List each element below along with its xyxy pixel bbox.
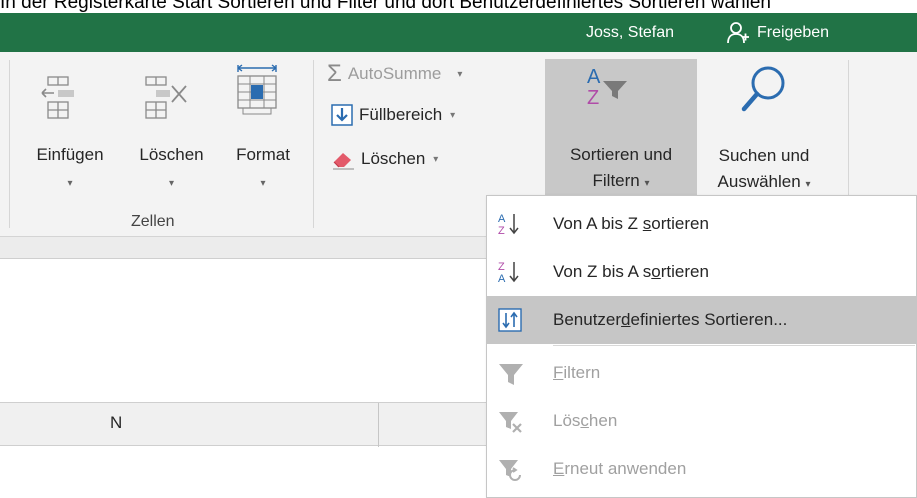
delete-cells-icon: [145, 76, 187, 119]
menu-item-label: Von A bis Z sortieren: [553, 214, 709, 233]
menu-item-label: Filtern: [553, 363, 601, 382]
chevron-down-icon: ▾: [67, 178, 73, 189]
chevron-down-icon: ▾: [450, 109, 456, 121]
column-header-n[interactable]: N: [110, 413, 122, 433]
share-label: Freigeben: [757, 24, 830, 41]
person-icon: [727, 21, 749, 43]
fill-down-icon: [331, 104, 353, 126]
delete-cells-button[interactable]: Löschen ▾: [124, 70, 219, 196]
share-button[interactable]: Freigeben: [712, 13, 882, 52]
menu-item-label: Erneut anwenden: [553, 459, 687, 478]
menu-item-reapply[interactable]: Erneut anwenden: [487, 445, 916, 493]
svg-text:A: A: [498, 213, 506, 225]
group-label-cells: Zellen: [131, 213, 175, 230]
find-select-label-line2: Auswählen ▾: [717, 172, 811, 191]
column-divider[interactable]: [378, 403, 379, 447]
sort-z-a-icon: ZA: [498, 260, 522, 285]
chevron-down-icon: ▾: [457, 68, 463, 80]
fill-button[interactable]: Füllbereich ▾: [331, 104, 455, 126]
svg-text:Z: Z: [498, 225, 505, 236]
menu-separator: [553, 345, 915, 346]
menu-item-label: Von Z bis A sortieren: [553, 262, 709, 281]
menu-item-filter[interactable]: Filtern: [487, 349, 916, 397]
chevron-down-icon: ▾: [805, 179, 811, 190]
chevron-down-icon: ▾: [168, 178, 175, 189]
filter-icon: [498, 361, 523, 385]
svg-text:A: A: [587, 66, 601, 88]
insert-cells-icon: [41, 76, 74, 119]
fill-label: Füllbereich: [359, 105, 443, 124]
autosum-button[interactable]: Σ AutoSumme ▾: [327, 62, 462, 86]
sort-filter-label-line1: Sortieren und: [569, 145, 673, 164]
svg-text:Z: Z: [498, 261, 505, 273]
insert-button[interactable]: Einfügen ▾: [20, 70, 120, 196]
custom-sort-icon: [498, 308, 522, 332]
eraser-icon: [333, 153, 354, 170]
autosum-label: AutoSumme: [347, 64, 442, 83]
svg-text:Z: Z: [587, 87, 599, 109]
menu-item-sort-z-a[interactable]: Z A Von Z bis A sortieren: [487, 248, 916, 296]
sort-filter-dropdown: A Z Von A bis Z sortieren Z A Von Z bis A sor…: [486, 195, 917, 498]
title-bar: Joss, Stefan Freigeben: [0, 13, 917, 52]
find-select-label-line1: Suchen und: [718, 146, 810, 165]
chevron-down-icon: ▾: [433, 153, 439, 165]
search-icon: [741, 66, 785, 112]
format-label: Format: [236, 145, 290, 164]
menu-item-label: Löschen: [553, 411, 618, 430]
chevron-down-icon: ▾: [644, 178, 650, 189]
menu-item-sort-a-z[interactable]: A Z Von A bis Z sortieren: [487, 200, 916, 248]
format-cells-icon: [237, 64, 277, 115]
chevron-down-icon: ▾: [260, 178, 266, 189]
menu-item-clear-filter[interactable]: Löschen: [487, 397, 916, 445]
caption-text: In der Registerkarte Start Sortieren und…: [0, 0, 771, 13]
group-separator: [9, 60, 10, 228]
menu-item-custom-sort[interactable]: Benutzerdefiniertes Sortieren...: [487, 296, 916, 344]
svg-text:A: A: [498, 273, 506, 284]
sort-a-z-icon: AZ: [498, 212, 522, 237]
delete-cells-label: Löschen: [139, 145, 204, 164]
sigma-icon: Σ: [327, 60, 342, 87]
clear-button[interactable]: Löschen ▾: [331, 148, 438, 170]
sort-filter-icon: A Z: [587, 66, 627, 109]
clear-filter-icon: [498, 409, 522, 433]
sort-filter-label-line2: Filtern ▾: [592, 171, 650, 190]
insert-label: Einfügen: [36, 145, 104, 164]
group-separator: [313, 60, 314, 228]
format-button[interactable]: Format ▾: [222, 64, 304, 196]
find-select-button[interactable]: Suchen und Auswählen ▾: [698, 59, 830, 202]
reapply-filter-icon: [498, 457, 522, 481]
menu-item-label: Benutzerdefiniertes Sortieren...: [553, 310, 788, 329]
sort-filter-button[interactable]: A Z Sortieren und Filtern ▾: [545, 59, 697, 202]
user-name[interactable]: Joss, Stefan: [586, 13, 674, 52]
clear-label: Löschen: [361, 149, 426, 168]
